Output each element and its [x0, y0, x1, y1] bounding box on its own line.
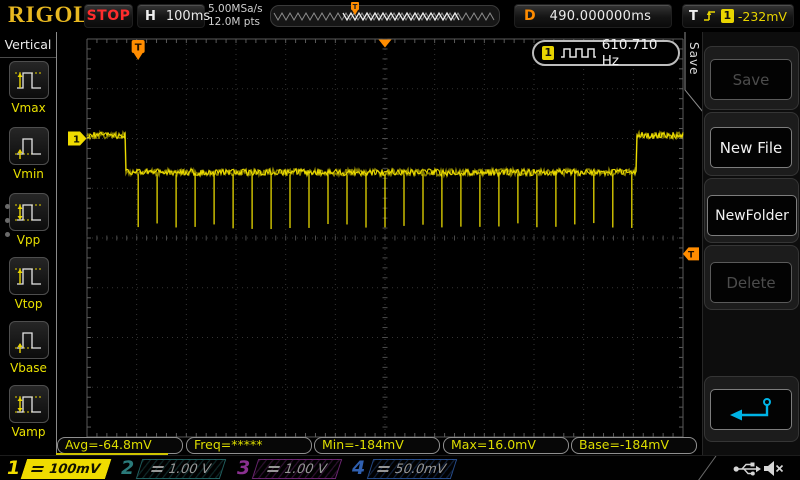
delay-value: 490.000000ms [550, 9, 652, 24]
measurement-max: Max=16.0mV [443, 437, 569, 454]
coupling-icon [151, 466, 164, 472]
channel-3-scale: 1.00 V [282, 462, 329, 477]
coupling-icon [267, 466, 280, 472]
return-button[interactable] [710, 389, 792, 430]
bar-divider [696, 456, 722, 480]
trigger-source-badge: 1 [721, 9, 734, 23]
acquisition-info: 5.00MSa/s 12.0M pts [208, 3, 263, 29]
delay-label: D [524, 8, 536, 24]
oscilloscope-screen: RIGOL STOP H 100ms 5.00MSa/s 12.0M pts T… [0, 0, 800, 480]
svg-text:1: 1 [73, 135, 80, 146]
horizontal-label: H [145, 9, 156, 24]
measurement-min: Min=-184mV [314, 437, 440, 454]
frequency-counter: 1 610.710 Hz [532, 40, 680, 66]
menu-tab-title: Save [685, 42, 701, 98]
record-preview-wave [271, 6, 499, 26]
save-button[interactable]: Save [710, 59, 792, 100]
trigger-slope-icon [702, 8, 717, 24]
trigger-level-marker: T [683, 247, 699, 260]
channel-2-status[interactable]: 1.00 V [136, 459, 226, 479]
channel-3-number: 3 [237, 457, 250, 479]
trigger-position-flag: T [132, 40, 145, 60]
channel-status-bar: 1 100mV 2 1.00 V 3 1.00 V 4 50.0mV [0, 455, 800, 480]
channel-1-number: 1 [7, 457, 20, 479]
trigger-label: T [689, 9, 698, 24]
horizontal-center-marker [379, 40, 392, 48]
new-file-button[interactable]: New File [710, 127, 792, 168]
delete-button[interactable]: Delete [710, 262, 792, 303]
svg-text:T: T [688, 250, 695, 260]
trigger-status-box[interactable]: T 1 -232mV [682, 4, 794, 28]
channel-2-scale: 1.00 V [166, 462, 213, 477]
channel-1-status[interactable]: 100mV [21, 459, 111, 479]
channel-4-scale: 50.0mV [393, 462, 448, 477]
waveform-record-bar[interactable]: T [270, 5, 500, 27]
horizontal-scale-value: 100ms [166, 9, 210, 24]
new-folder-button[interactable]: NewFolder [707, 195, 797, 236]
rigol-logo: RIGOL [8, 2, 90, 28]
channel-1-scale: 100mV [47, 462, 103, 477]
freq-counter-channel-badge: 1 [542, 46, 554, 60]
return-arrow-icon [721, 395, 781, 425]
ch1-offset-marker: 1 [68, 132, 87, 146]
trigger-delay-box[interactable]: D 490.000000ms [514, 4, 672, 28]
run-state-indicator[interactable]: STOP [84, 4, 133, 28]
measurement-base: Base=-184mV [571, 437, 697, 454]
speaker-muted-icon [763, 459, 785, 478]
record-trigger-position-icon: T [349, 2, 361, 16]
run-state-label: STOP [87, 8, 131, 24]
trigger-level-value: -232mV [738, 9, 787, 24]
channel-4-number: 4 [352, 457, 365, 479]
waveform-display: 1 T T [0, 32, 702, 455]
sample-rate: 5.00MSa/s [208, 3, 263, 16]
coupling-icon [377, 466, 390, 472]
measurement-freq: Freq=***** [186, 437, 312, 454]
channel-3-status[interactable]: 1.00 V [252, 459, 342, 479]
top-status-bar: RIGOL STOP H 100ms 5.00MSa/s 12.0M pts T… [0, 0, 800, 32]
svg-text:T: T [353, 3, 358, 11]
channel-2-number: 2 [121, 457, 134, 479]
memory-depth: 12.0M pts [208, 16, 263, 29]
horizontal-scale-box[interactable]: H 100ms [137, 4, 205, 28]
measurement-avg: Avg=-64.8mV [57, 437, 183, 454]
soft-menu-panel: Save New File NewFolder Delete [702, 32, 800, 455]
square-wave-icon [560, 46, 595, 60]
frequency-value: 610.710 Hz [602, 37, 670, 69]
usb-icon [733, 461, 761, 477]
channel-4-status[interactable]: 50.0mV [367, 459, 457, 479]
coupling-icon [31, 466, 44, 472]
svg-text:T: T [135, 43, 142, 54]
